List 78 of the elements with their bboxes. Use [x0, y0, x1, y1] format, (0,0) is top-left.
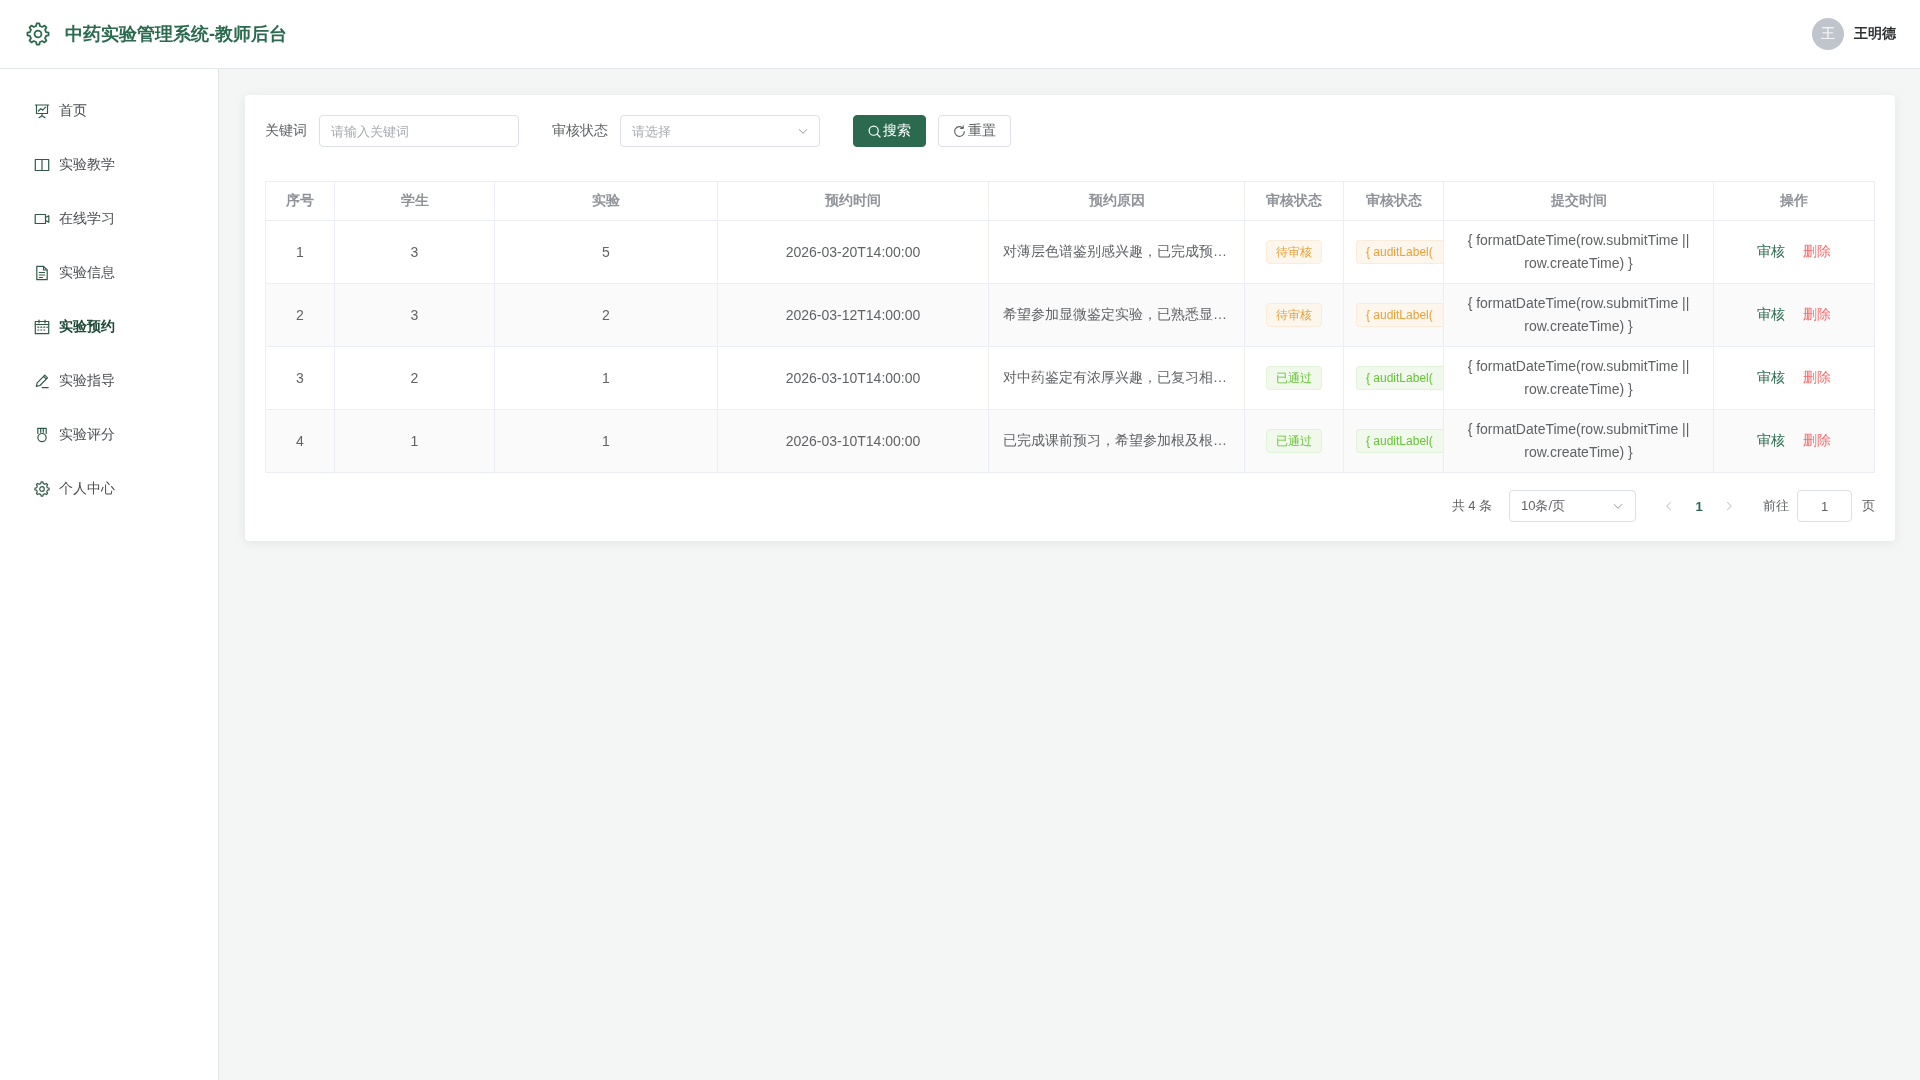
- status-expression-tag: { auditLabel(: [1356, 303, 1443, 327]
- document-icon: [34, 265, 50, 281]
- column-header: 序号: [286, 192, 314, 210]
- experiment-id: 1: [602, 370, 610, 386]
- goto-label: 前往: [1763, 497, 1789, 515]
- keyword-input[interactable]: 请输入关键词: [319, 115, 519, 147]
- row-number: 1: [296, 244, 304, 260]
- sidebar-item[interactable]: 首页: [0, 84, 218, 138]
- sidebar-item[interactable]: 实验指导: [0, 354, 218, 408]
- row-number: 4: [296, 433, 304, 449]
- keyword-label: 关键词: [265, 122, 307, 140]
- medal-icon: [34, 427, 50, 443]
- user-name[interactable]: 王明德: [1854, 25, 1896, 43]
- reservation-reason: 已完成课前预习，希望参加根及根…: [1003, 432, 1227, 450]
- settings-icon: [34, 481, 50, 497]
- submit-time-expression: { formatDateTime(row.submitTime || row.createTime) }: [1466, 294, 1691, 336]
- sidebar-item[interactable]: 在线学习: [0, 192, 218, 246]
- gear-icon: [26, 22, 50, 46]
- audit-status-label: 审核状态: [552, 122, 608, 140]
- column-header: 审核状态: [1365, 192, 1422, 210]
- status-tag: 待审核: [1266, 303, 1322, 327]
- page-size-select[interactable]: 10条/页: [1509, 490, 1636, 522]
- reset-button[interactable]: 重置: [938, 115, 1011, 147]
- status-tag: 待审核: [1266, 240, 1322, 264]
- review-link[interactable]: 审核: [1757, 243, 1785, 261]
- experiment-id: 1: [602, 433, 610, 449]
- status-tag: 已通过: [1266, 366, 1322, 390]
- student-id: 2: [410, 370, 419, 386]
- search-icon: [868, 124, 881, 138]
- page-jump-input[interactable]: 1: [1797, 490, 1852, 522]
- reservation-time: 2026-03-10T14:00:00: [785, 370, 921, 386]
- column-header: 预约时间: [825, 192, 881, 210]
- total-count: 共 4 条: [1451, 497, 1492, 515]
- status-expression-tag: { auditLabel(: [1356, 366, 1443, 390]
- student-id: 3: [410, 244, 419, 260]
- status-expression-tag: { auditLabel(: [1356, 240, 1443, 264]
- audit-status-select[interactable]: 请选择: [620, 115, 820, 147]
- reservation-reason: 对薄层色谱鉴别感兴趣，已完成预…: [1003, 243, 1227, 261]
- column-header: 实验: [592, 192, 620, 210]
- reservation-time: 2026-03-10T14:00:00: [785, 433, 921, 449]
- submit-time-expression: { formatDateTime(row.submitTime || row.createTime) }: [1466, 357, 1691, 399]
- review-link[interactable]: 审核: [1757, 432, 1785, 450]
- reservation-time: 2026-03-20T14:00:00: [785, 244, 921, 260]
- sidebar-item[interactable]: 实验教学: [0, 138, 218, 192]
- page-number[interactable]: 1: [1684, 490, 1714, 522]
- sidebar-item[interactable]: 实验评分: [0, 408, 218, 462]
- video-camera-icon: [34, 211, 50, 227]
- column-header: 操作: [1780, 192, 1808, 210]
- app-title: 中药实验管理系统-教师后台: [65, 23, 287, 46]
- column-header: 审核状态: [1266, 192, 1322, 210]
- row-number: 2: [296, 307, 304, 323]
- search-button[interactable]: 搜索: [853, 115, 926, 147]
- reservation-reason: 希望参加显微鉴定实验，已熟悉显…: [1003, 306, 1227, 324]
- column-header: 提交时间: [1550, 192, 1607, 210]
- sidebar-item[interactable]: 实验预约: [0, 300, 218, 354]
- refresh-icon: [953, 124, 966, 138]
- experiment-id: 2: [602, 307, 610, 323]
- column-header: 预约原因: [1088, 192, 1145, 210]
- review-link[interactable]: 审核: [1757, 306, 1785, 324]
- column-header: 学生: [400, 192, 429, 210]
- status-expression-tag: { auditLabel(: [1356, 429, 1443, 453]
- presentation-board-icon: [34, 103, 50, 119]
- student-id: 1: [410, 433, 419, 449]
- page-suffix: 页: [1862, 497, 1875, 515]
- review-link[interactable]: 审核: [1757, 369, 1785, 387]
- submit-time-expression: { formatDateTime(row.submitTime || row.createTime) }: [1466, 420, 1691, 462]
- sidebar-item[interactable]: 实验信息: [0, 246, 218, 300]
- sidebar-item[interactable]: 个人中心: [0, 462, 218, 516]
- pencil-icon: [34, 373, 50, 389]
- row-number: 3: [296, 370, 304, 386]
- reservation-reason: 对中药鉴定有浓厚兴趣，已复习相…: [1003, 369, 1227, 387]
- student-id: 3: [410, 307, 419, 323]
- open-book-icon: [34, 157, 50, 173]
- status-tag: 已通过: [1266, 429, 1322, 453]
- submit-time-expression: { formatDateTime(row.submitTime || row.createTime) }: [1466, 231, 1691, 273]
- experiment-id: 5: [602, 244, 610, 260]
- reservation-time: 2026-03-12T14:00:00: [785, 307, 921, 323]
- calendar-icon: [34, 319, 50, 335]
